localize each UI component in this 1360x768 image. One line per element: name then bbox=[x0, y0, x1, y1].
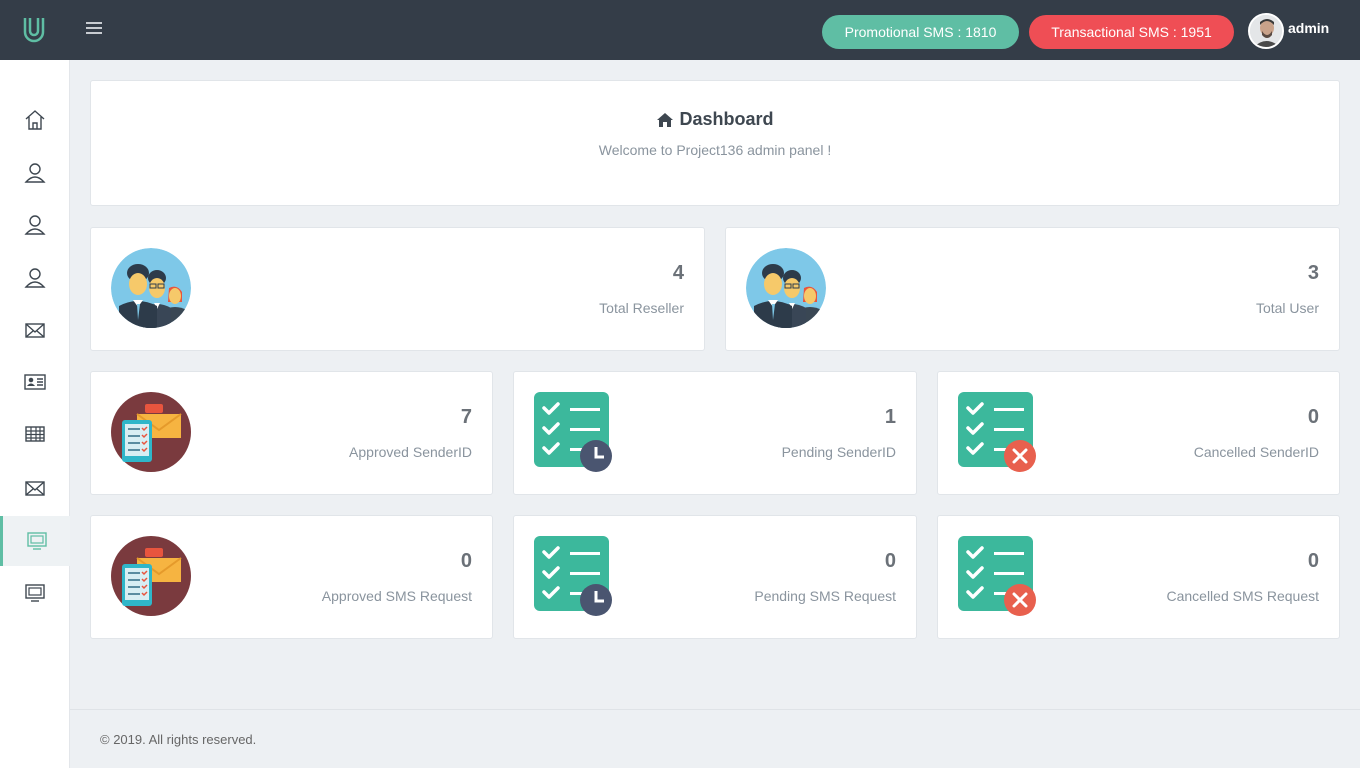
promotional-sms-badge[interactable]: Promotional SMS : 1810 bbox=[822, 15, 1019, 49]
menu-toggle-icon[interactable] bbox=[86, 22, 104, 38]
page-title: Dashboard bbox=[91, 109, 1339, 130]
monitor-icon bbox=[26, 532, 47, 550]
pending-sms-card[interactable]: 0 Pending SMS Request bbox=[513, 515, 917, 639]
total-reseller-label: Total Reseller bbox=[599, 300, 684, 316]
table-icon bbox=[25, 426, 45, 442]
cancelled-checklist-icon bbox=[958, 392, 1038, 472]
total-reseller-card[interactable]: 4 Total Reseller bbox=[90, 227, 705, 351]
approved-sms-value: 0 bbox=[460, 550, 472, 572]
pending-checklist-icon bbox=[534, 392, 614, 472]
id-card-icon bbox=[24, 374, 46, 390]
pending-senderid-card[interactable]: 1 Pending SenderID bbox=[513, 371, 917, 495]
sidebar-item-table[interactable] bbox=[0, 409, 70, 459]
cancelled-checklist-icon bbox=[958, 536, 1038, 616]
footer: © 2019. All rights reserved. bbox=[70, 709, 1360, 768]
cancelled-senderid-value: 0 bbox=[1307, 406, 1319, 428]
sidebar-item-messages[interactable] bbox=[0, 305, 70, 355]
sidebar-item-devices[interactable] bbox=[0, 568, 70, 618]
sidebar-item-reports[interactable] bbox=[0, 516, 70, 566]
home-icon bbox=[25, 110, 45, 130]
transactional-sms-badge[interactable]: Transactional SMS : 1951 bbox=[1029, 15, 1234, 49]
sidebar-item-sms[interactable] bbox=[0, 463, 70, 513]
cancelled-sms-label: Cancelled SMS Request bbox=[1166, 588, 1319, 604]
cancelled-sms-card[interactable]: 0 Cancelled SMS Request bbox=[937, 515, 1340, 639]
welcome-text: Welcome to Project136 admin panel ! bbox=[598, 142, 832, 158]
sidebar-item-user-2[interactable] bbox=[0, 200, 70, 250]
cancelled-sms-value: 0 bbox=[1307, 550, 1319, 572]
approved-sms-card[interactable]: 0 Approved SMS Request bbox=[90, 515, 493, 639]
approved-mail-icon bbox=[111, 392, 191, 472]
user-icon bbox=[24, 268, 46, 288]
team-icon bbox=[746, 248, 826, 328]
user-icon bbox=[24, 215, 46, 235]
approved-senderid-label: Approved SenderID bbox=[349, 444, 472, 460]
total-user-label: Total User bbox=[1255, 300, 1319, 316]
pending-sms-label: Pending SMS Request bbox=[754, 588, 896, 604]
pending-senderid-label: Pending SenderID bbox=[781, 444, 896, 460]
copyright-text: © 2019. All rights reserved. bbox=[100, 732, 257, 747]
avatar[interactable] bbox=[1248, 13, 1284, 49]
home-icon bbox=[657, 112, 674, 127]
approved-senderid-value: 7 bbox=[460, 406, 472, 428]
sidebar-item-contacts[interactable] bbox=[0, 357, 70, 407]
user-icon bbox=[24, 163, 46, 183]
logo-icon[interactable] bbox=[22, 16, 46, 44]
total-user-card[interactable]: 3 Total User bbox=[725, 227, 1340, 351]
team-icon bbox=[111, 248, 191, 328]
user-name[interactable]: admin bbox=[1288, 20, 1329, 36]
user-menu[interactable]: admin bbox=[1248, 13, 1329, 49]
dashboard-header: Dashboard Welcome to Project136 admin pa… bbox=[90, 80, 1340, 206]
pending-checklist-icon bbox=[534, 536, 614, 616]
pending-sms-value: 0 bbox=[884, 550, 896, 572]
sidebar-item-user-3[interactable] bbox=[0, 253, 70, 303]
total-reseller-value: 4 bbox=[672, 262, 684, 284]
sidebar-item-user-1[interactable] bbox=[0, 148, 70, 198]
cancelled-senderid-label: Cancelled SenderID bbox=[1193, 444, 1319, 460]
cancelled-senderid-card[interactable]: 0 Cancelled SenderID bbox=[937, 371, 1340, 495]
page-title-text: Dashboard bbox=[679, 109, 774, 129]
monitor-icon bbox=[25, 584, 45, 602]
pending-senderid-value: 1 bbox=[884, 406, 896, 428]
approved-sms-label: Approved SMS Request bbox=[321, 588, 472, 604]
sidebar bbox=[0, 60, 70, 768]
total-user-value: 3 bbox=[1307, 262, 1319, 284]
envelope-icon bbox=[25, 481, 45, 496]
approved-senderid-card[interactable]: 7 Approved SenderID bbox=[90, 371, 493, 495]
approved-mail-icon bbox=[111, 536, 191, 616]
top-navbar: Promotional SMS : 1810 Transactional SMS… bbox=[0, 0, 1360, 60]
envelope-icon bbox=[25, 323, 45, 338]
sidebar-item-home[interactable] bbox=[0, 95, 70, 145]
